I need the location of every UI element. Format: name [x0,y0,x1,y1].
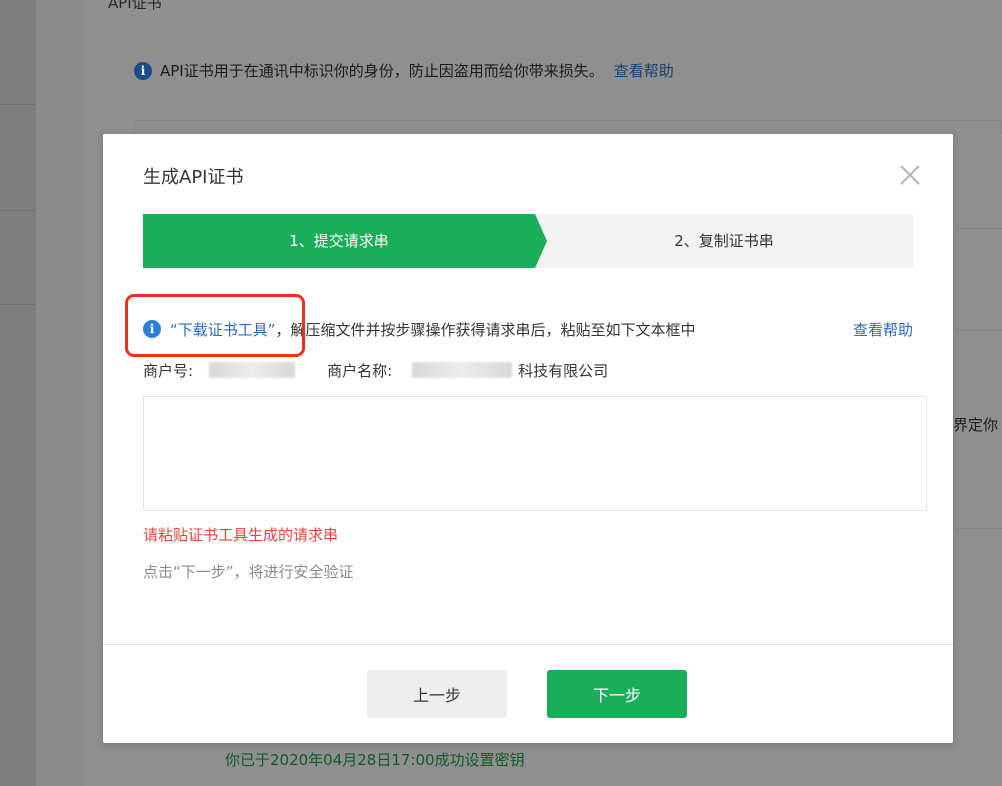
dialog-title: 生成API证书 [143,167,244,188]
background-section-title: API证书 [108,0,162,12]
step-1-label: 1、提交请求串 [289,232,389,250]
info-icon: i [134,61,152,80]
error-message: 请粘贴证书工具生成的请求串 [143,526,339,544]
divider [953,228,1002,229]
step-2-label: 2、复制证书串 [674,232,774,250]
close-button[interactable] [898,163,922,187]
close-icon [900,165,920,185]
hint-message: 点击“下一步”，将进行安全验证 [143,563,354,581]
merchant-info: 商户号: 商户名称: 科技有限公司 [143,359,608,381]
background-left-strip [0,0,36,786]
previous-step-button[interactable]: 上一步 [367,670,507,718]
background-help-link[interactable]: 查看帮助 [614,60,674,81]
step-indicator: 1、提交请求串 2、复制证书串 [143,214,913,268]
divider [953,330,1002,331]
instruction-text: ，解压缩文件并按步骤操作获得请求串后，粘贴至如下文本框中 [275,320,696,339]
generate-cert-dialog: 生成API证书 1、提交请求串 2、复制证书串 i “下载证书工具” ，解压缩文… [103,134,953,743]
background-info-banner: i API证书用于在通讯中标识你的身份，防止因盗用而给你带来损失。 查看帮助 [134,60,674,81]
background-box [134,120,1002,134]
highlight-annotation [125,294,305,357]
help-link[interactable]: 查看帮助 [853,319,913,340]
merchant-id-redacted [209,362,296,378]
merchant-name-label: 商户名称: [327,361,393,380]
merchant-id-label: 商户号: [143,361,194,380]
divider [953,528,1002,529]
merchant-name-redacted [412,362,513,378]
next-step-button[interactable]: 下一步 [547,670,687,718]
background-success-text: 你已于2020年04月28日17:00成功设置密钥 [225,751,525,769]
divider [0,304,36,305]
background-info-text: API证书用于在通讯中标识你的身份，防止因盗用而给你带来损失。 [160,62,604,80]
request-string-input[interactable] [143,396,927,511]
footer-divider [103,644,953,645]
merchant-name-suffix: 科技有限公司 [518,361,609,380]
divider [0,104,36,105]
divider [0,210,36,211]
background-side-text: 界定你 [953,416,999,434]
